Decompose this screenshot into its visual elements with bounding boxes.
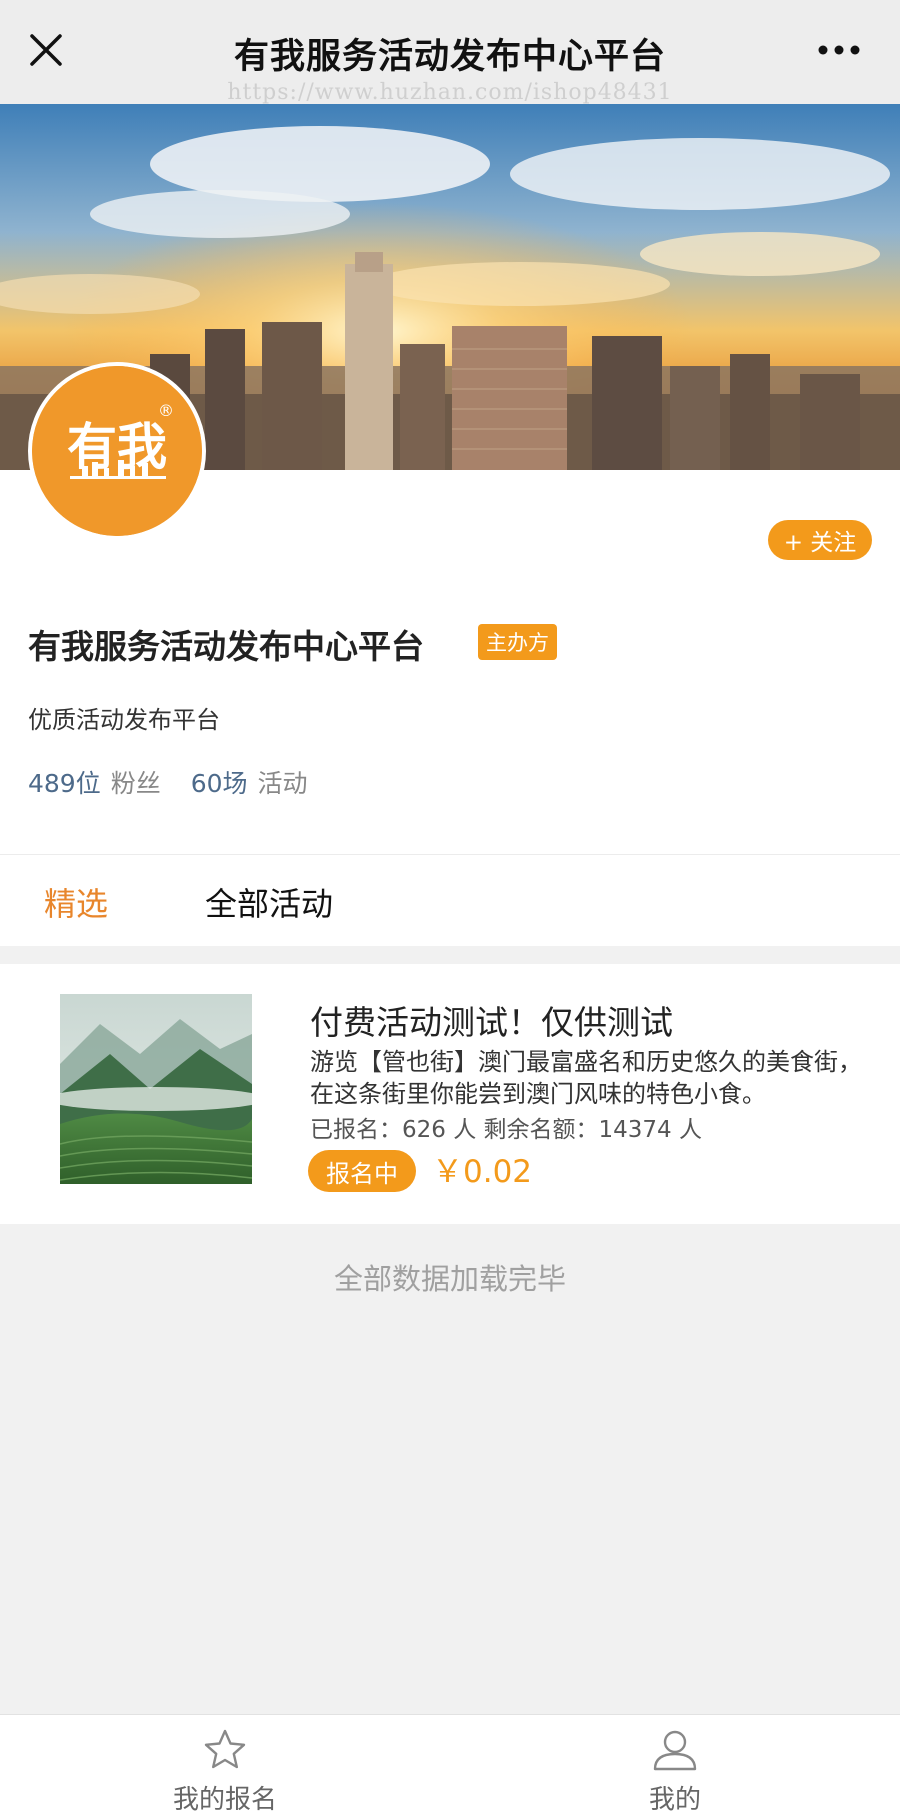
organizer-description: 优质活动发布平台	[28, 706, 220, 734]
tabbar-label-my-registrations: 我的报名	[172, 1785, 277, 1815]
page-title: 有我服务活动发布中心平台	[233, 37, 666, 77]
top-navbar: 有我服务活动发布中心平台 https://www.huzhan.com/isho…	[0, 0, 900, 105]
avatar: 有我 ®	[28, 362, 206, 540]
activity-card[interactable]: 付费活动测试！仅供测试 游览【管也街】澳门最富盛名和历史悠久的美食街，在这条街里…	[0, 964, 900, 1224]
fans-count: 489位	[28, 769, 101, 798]
registration-status-badge: 报名中	[308, 1150, 416, 1192]
tabbar-my-registrations[interactable]: 我的报名	[125, 1715, 325, 1820]
events-count: 60场	[190, 769, 248, 798]
activity-tabs: 精选 全部活动	[0, 854, 900, 946]
star-icon	[201, 1727, 249, 1773]
events-label: 活动	[257, 769, 308, 798]
activity-price: ￥0.02	[432, 1154, 533, 1190]
tab-all-activities[interactable]: 全部活动	[205, 879, 333, 925]
tabbar-label-me: 我的	[648, 1785, 701, 1815]
activity-thumbnail	[60, 994, 252, 1184]
user-icon	[651, 1727, 699, 1773]
organizer-badge: 主办方	[478, 624, 557, 660]
activity-title[interactable]: 付费活动测试！仅供测试	[310, 996, 673, 1044]
more-options-icon[interactable]	[816, 40, 862, 60]
load-complete-text: 全部数据加载完毕	[333, 1262, 566, 1296]
tab-featured[interactable]: 精选	[44, 879, 108, 925]
activity-registration-count: 已报名：626 人 剩余名额：14374 人	[310, 1117, 702, 1143]
svg-text:®: ®	[158, 401, 174, 420]
organizer-stats: 489位 粉丝 60场 活动	[28, 764, 308, 800]
watermark-url: https://www.huzhan.com/ishop48431	[227, 80, 673, 105]
follow-button[interactable]: + 关注	[768, 520, 872, 560]
tabbar-me[interactable]: 我的	[575, 1715, 775, 1820]
bottom-tab-bar: 我的报名 我的	[0, 1714, 900, 1820]
activity-description: 游览【管也街】澳门最富盛名和历史悠久的美食街，在这条街里你能尝到澳门风味的特色小…	[310, 1048, 862, 1108]
fans-label: 粉丝	[110, 769, 161, 798]
organizer-name: 有我服务活动发布中心平台	[28, 627, 424, 666]
